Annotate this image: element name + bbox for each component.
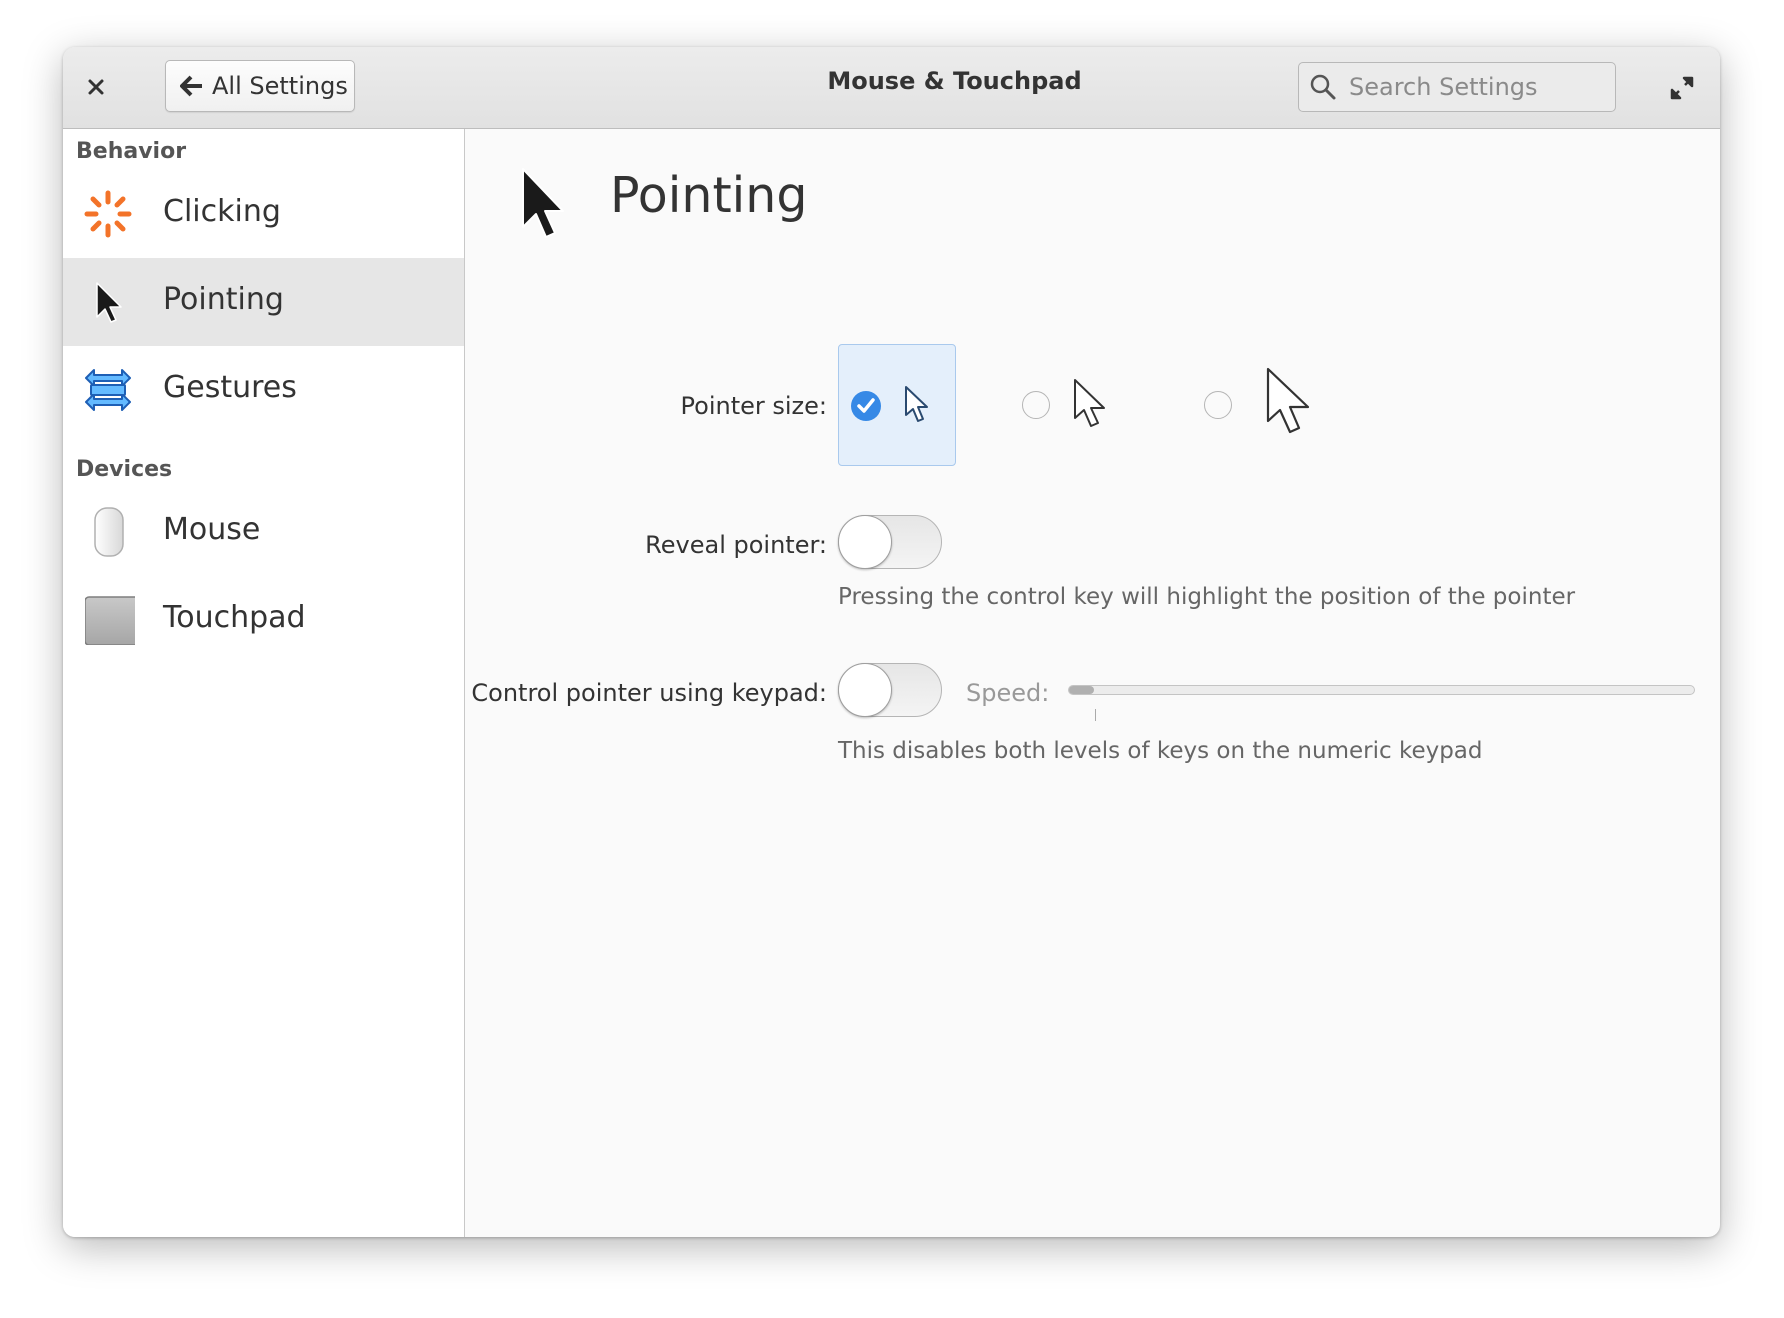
- switch-knob: [838, 515, 892, 569]
- header-bar: All Settings Mouse & Touchpad Search Set…: [63, 47, 1720, 129]
- sidebar-item-clicking[interactable]: Clicking: [63, 170, 464, 258]
- reveal-pointer-description: Pressing the control key will highlight …: [838, 584, 1576, 610]
- keypad-control-label: Control pointer using keypad:: [471, 679, 827, 707]
- sidebar-item-label: Touchpad: [163, 600, 306, 635]
- medium-pointer-icon: [1074, 379, 1105, 427]
- speed-slider-mark: [1095, 709, 1096, 721]
- sidebar-item-pointing[interactable]: Pointing: [63, 258, 464, 346]
- clicking-icon: [84, 190, 132, 238]
- speed-slider[interactable]: [1068, 685, 1695, 695]
- sidebar-item-label: Pointing: [163, 282, 284, 317]
- check-icon: [851, 391, 881, 421]
- radio-button: [1204, 391, 1232, 419]
- sidebar-header-devices: Devices: [76, 457, 173, 482]
- sidebar-item-label: Clicking: [163, 194, 281, 229]
- close-icon: [88, 79, 104, 95]
- pointer-size-medium-option[interactable]: [1010, 344, 1140, 466]
- radio-button: [1022, 391, 1050, 419]
- search-icon: [1310, 74, 1336, 100]
- large-pointer-icon: [1266, 367, 1310, 434]
- sidebar-item-label: Mouse: [163, 512, 261, 547]
- pointer-size-small-option[interactable]: [838, 344, 956, 466]
- mouse-icon: [94, 507, 124, 557]
- pointer-size-label: Pointer size:: [680, 392, 827, 420]
- reveal-pointer-label: Reveal pointer:: [645, 531, 827, 559]
- close-button[interactable]: [75, 66, 117, 108]
- sidebar-item-touchpad[interactable]: Touchpad: [63, 576, 464, 664]
- sidebar-item-label: Gestures: [163, 370, 297, 405]
- maximize-button[interactable]: [1663, 69, 1701, 107]
- search-input[interactable]: Search Settings: [1298, 62, 1616, 112]
- keypad-control-switch[interactable]: [838, 663, 942, 717]
- window-title: Mouse & Touchpad: [827, 67, 1082, 95]
- pointing-page: Pointing Pointer size: Reveal pointer: P…: [465, 129, 1720, 1237]
- speed-label: Speed:: [966, 679, 1050, 707]
- pointer-arrow-icon: [522, 168, 564, 238]
- keypad-control-description: This disables both levels of keys on the…: [838, 738, 1483, 764]
- touchpad-icon: [85, 596, 135, 645]
- page-title: Pointing: [610, 167, 808, 224]
- back-button-label: All Settings: [212, 72, 348, 100]
- maximize-icon: [1670, 76, 1694, 100]
- speed-slider-fill: [1069, 686, 1094, 694]
- small-pointer-icon: [905, 386, 928, 422]
- back-arrow-icon: [180, 75, 202, 97]
- sidebar: Behavior Clicking Pointing Gestures Devi…: [63, 129, 465, 1237]
- search-placeholder: Search Settings: [1349, 73, 1538, 101]
- sidebar-header-behavior: Behavior: [76, 139, 187, 164]
- settings-window: All Settings Mouse & Touchpad Search Set…: [63, 47, 1720, 1237]
- sidebar-item-mouse[interactable]: Mouse: [63, 488, 464, 576]
- pointer-arrow-icon: [96, 282, 122, 323]
- all-settings-back-button[interactable]: All Settings: [165, 60, 355, 112]
- switch-knob: [838, 663, 892, 717]
- pointer-size-large-option[interactable]: [1192, 344, 1342, 466]
- reveal-pointer-switch[interactable]: [838, 515, 942, 569]
- gestures-icon: [85, 369, 131, 411]
- sidebar-item-gestures[interactable]: Gestures: [63, 346, 464, 434]
